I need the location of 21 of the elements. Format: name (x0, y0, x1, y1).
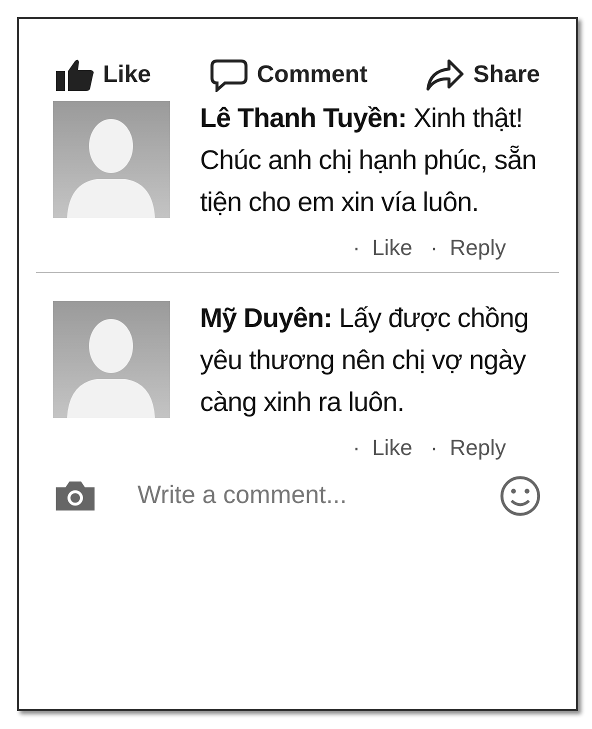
comment-button[interactable]: Comment (208, 57, 368, 93)
share-arrow-icon (425, 58, 466, 92)
smiley-icon[interactable] (499, 474, 542, 518)
comment-text: Mỹ Duyên: Lấy được chồng yêu thương nên chị vợ ngày càng xinh ra luôn. (200, 302, 530, 419)
share-button[interactable]: Share (425, 57, 540, 93)
comment-input[interactable]: Write a comment... (137, 477, 460, 515)
like-button[interactable]: Like (55, 57, 152, 93)
reply-link[interactable]: Reply (450, 231, 506, 264)
separator-dot: · (352, 234, 360, 262)
separator-dot: · (352, 434, 360, 462)
reply-link[interactable]: Reply (450, 431, 506, 464)
thumbs-up-icon (55, 58, 95, 92)
avatar-icon (53, 301, 170, 418)
camera-icon[interactable] (53, 479, 98, 513)
like-link[interactable]: Like (372, 431, 412, 464)
comment-text: Lê Thanh Tuyền: Xinh thật! Chúc anh chị hạnh phúc, sẵn tiện cho em xin vía luôn. (200, 102, 538, 219)
separator-dot: · (430, 434, 438, 462)
speech-bubble-icon (208, 58, 249, 92)
separator-dot: · (430, 234, 438, 262)
like-link[interactable]: Like (372, 231, 412, 264)
avatar-icon (53, 101, 170, 218)
